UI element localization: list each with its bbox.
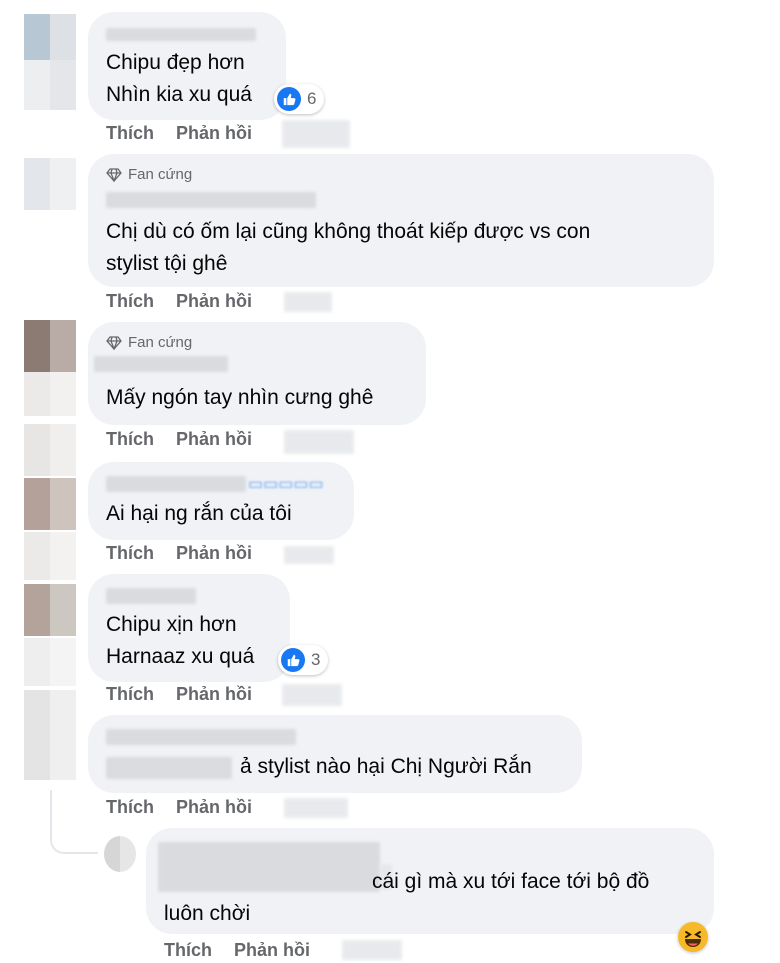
reply-button[interactable]: Phản hồi — [176, 123, 252, 144]
like-button[interactable]: Thích — [106, 123, 154, 144]
comment-bubble: Chipu xịn hơn Harnaaz xu quá — [88, 574, 290, 682]
reaction-count-value: 3 — [311, 650, 321, 669]
comment-bubble: Fan cứng Chị dù có ốm lại cũng không tho… — [88, 154, 714, 287]
reply-button[interactable]: Phản hồi — [176, 797, 252, 818]
comment-bubble: Fan cứng Mấy ngón tay nhìn cưng ghê — [88, 322, 426, 425]
author-name-blurred[interactable] — [106, 192, 316, 208]
fan-badge: Fan cứng — [106, 334, 192, 351]
comment-text-line: Harnaaz xu quá — [106, 645, 255, 668]
author-name-blurred[interactable] — [94, 356, 228, 372]
comment-actions: Thích Phản hồi — [106, 543, 252, 564]
like-button[interactable]: Thích — [106, 543, 154, 564]
author-name-blurred[interactable] — [106, 476, 246, 492]
reply-actions: Thích Phản hồi — [164, 940, 310, 961]
avatar[interactable] — [24, 584, 76, 636]
mention-blurred[interactable] — [106, 757, 232, 779]
timestamp-blurred — [282, 120, 350, 148]
comment-actions: Thích Phản hồi — [106, 429, 252, 450]
diamond-icon — [106, 335, 122, 350]
comment-text-line: Ai hại ng rắn của tôi — [106, 502, 292, 525]
reply-button[interactable]: Phản hồi — [176, 543, 252, 564]
avatar[interactable] — [24, 320, 76, 372]
fan-badge-label: Fan cứng — [128, 334, 193, 351]
comment-text-line: Chị dù có ốm lại cũng không thoát kiếp đ… — [106, 220, 591, 243]
comment-bubble: ▭▭▭▭▭ Ai hại ng rắn của tôi — [88, 462, 354, 540]
reply-thread-line — [50, 790, 98, 854]
timestamp-blurred — [284, 292, 332, 312]
comment-text-line: Chipu đẹp hơn — [106, 51, 245, 74]
fan-badge: Fan cứng — [106, 166, 192, 183]
comment-bubble: ả stylist nào hại Chị Người Rắn — [88, 715, 582, 793]
author-name-blurred[interactable] — [106, 588, 196, 604]
avatar[interactable] — [24, 478, 76, 530]
haha-icon[interactable] — [678, 922, 708, 952]
avatar-blurred — [24, 532, 76, 580]
like-button[interactable]: Thích — [164, 940, 212, 961]
comment-text-line: Mấy ngón tay nhìn cưng ghê — [106, 386, 374, 409]
comment-text-line: stylist tội ghê — [106, 252, 228, 275]
like-button[interactable]: Thích — [106, 429, 154, 450]
comment-text-line: luôn chời — [164, 902, 251, 925]
avatar[interactable] — [104, 836, 136, 872]
author-name-blurred[interactable] — [158, 842, 380, 892]
like-button[interactable]: Thích — [106, 797, 154, 818]
comment-bubble: Chipu đẹp hơn Nhìn kia xu quá — [88, 12, 286, 120]
like-icon — [281, 648, 305, 672]
comment-actions: Thích Phản hồi — [106, 123, 252, 144]
like-button[interactable]: Thích — [106, 291, 154, 312]
avatar[interactable] — [24, 424, 76, 476]
comment-text-line: cái gì mà xu tới face tới bộ đồ — [372, 870, 650, 893]
like-button[interactable]: Thích — [106, 684, 154, 705]
timestamp-blurred — [284, 798, 348, 818]
reply-button[interactable]: Phản hồi — [234, 940, 310, 961]
avatar[interactable] — [24, 14, 76, 66]
reply-button[interactable]: Phản hồi — [176, 429, 252, 450]
comment-text-line: Nhìn kia xu quá — [106, 83, 252, 106]
author-name-blurred[interactable] — [106, 28, 256, 41]
avatar-blurred — [24, 638, 76, 686]
like-icon — [277, 87, 301, 111]
follow-link-blurred[interactable]: ▭▭▭▭▭ — [248, 474, 324, 494]
reaction-count[interactable]: 3 — [278, 645, 329, 675]
comment-actions: Thích Phản hồi — [106, 797, 252, 818]
timestamp-blurred — [284, 546, 334, 564]
timestamp-blurred — [282, 684, 342, 706]
comment-text-line: ả stylist nào hại Chị Người Rắn — [240, 755, 532, 778]
fan-badge-label: Fan cứng — [128, 166, 193, 183]
reply-button[interactable]: Phản hồi — [176, 684, 252, 705]
avatar-blurred — [24, 60, 76, 110]
avatar[interactable] — [24, 690, 76, 780]
comment-actions: Thích Phản hồi — [106, 291, 252, 312]
avatar-blurred — [24, 372, 76, 416]
diamond-icon — [106, 167, 122, 182]
reaction-count[interactable]: 6 — [274, 84, 325, 114]
timestamp-blurred — [284, 430, 354, 454]
reply-button[interactable]: Phản hồi — [176, 291, 252, 312]
reaction-count-value: 6 — [307, 89, 317, 108]
comment-actions: Thích Phản hồi — [106, 684, 252, 705]
avatar[interactable] — [24, 158, 76, 210]
comment-text-line: Chipu xịn hơn — [106, 613, 237, 636]
timestamp-blurred — [342, 940, 402, 960]
author-name-blurred[interactable] — [106, 729, 296, 745]
reply-bubble: cái gì mà xu tới face tới bộ đồ luôn chờ… — [146, 828, 714, 934]
